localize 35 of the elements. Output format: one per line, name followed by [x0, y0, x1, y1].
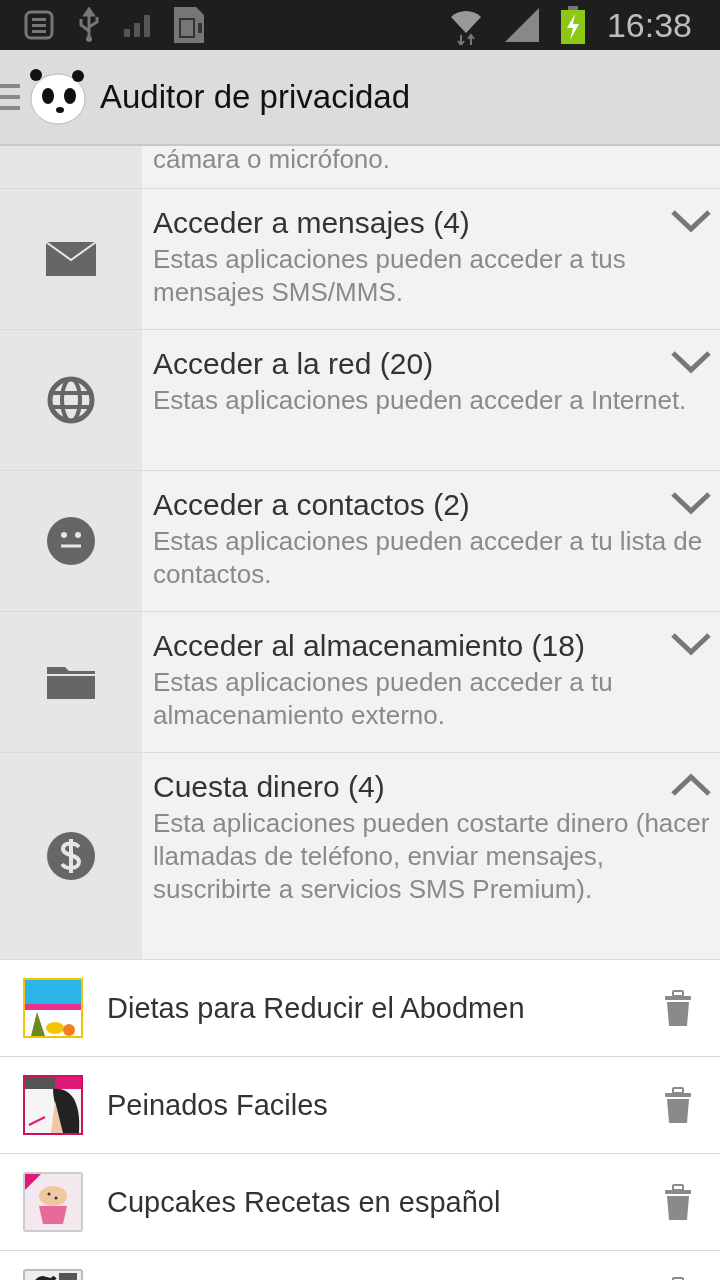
- app-name[interactable]: Peinados Faciles: [107, 1088, 662, 1122]
- signal-icon: [504, 8, 539, 42]
- category-title: Acceder al almacenamiento (18): [153, 628, 586, 664]
- chevron-down-icon[interactable]: [670, 632, 712, 656]
- chevron-down-icon[interactable]: [670, 209, 712, 233]
- chevron-down-icon[interactable]: [670, 350, 712, 374]
- category-description: Esta aplicaciones pueden costarte dinero (hacer llamadas de teléfono, enviar mensajes, suscribirte a servicios SMS Premium).: [153, 807, 711, 906]
- smiley-icon: [47, 517, 95, 565]
- status-time: 16:38: [606, 5, 692, 45]
- sim-card-icon: [172, 5, 206, 45]
- signal-icon: [124, 13, 150, 37]
- category-description: Estas aplicaciones pueden acceder a tu lista de contactos.: [153, 525, 704, 591]
- menu-icon[interactable]: [0, 82, 20, 112]
- category-description: Estas aplicaciones pueden acceder a tus mensajes SMS/MMS.: [153, 243, 627, 309]
- chevron-down-icon[interactable]: [670, 491, 712, 515]
- dollar-icon: [47, 832, 95, 880]
- chevron-up-icon[interactable]: [670, 773, 712, 797]
- category-title: Cuesta dinero (4): [153, 769, 386, 805]
- category-description: Estas aplicaciones pueden acceder a tu almacenamiento externo.: [153, 666, 614, 732]
- app-name[interactable]: Cupcakes Recetas en español: [107, 1185, 662, 1219]
- app-title: Auditor de privacidad: [100, 78, 411, 116]
- trash-icon[interactable]: [662, 989, 694, 1027]
- category-title: Acceder a contactos (2): [153, 487, 471, 523]
- category-title: Acceder a la red (20): [153, 346, 435, 382]
- category-title: Acceder a mensajes (4): [153, 205, 471, 241]
- notification-icon: [24, 10, 54, 40]
- envelope-icon: [46, 240, 96, 278]
- trash-icon[interactable]: [662, 1086, 694, 1124]
- globe-icon: [47, 376, 95, 424]
- battery-icon: [560, 6, 585, 44]
- category-description: Estas aplicaciones pueden acceder a Internet.: [153, 384, 688, 417]
- category-description: cámara o micrófono.: [153, 146, 391, 176]
- app-name[interactable]: Dietas para Reducir el Abodmen: [107, 991, 662, 1025]
- trash-icon[interactable]: [662, 1183, 694, 1221]
- panda-logo-icon[interactable]: [28, 68, 86, 126]
